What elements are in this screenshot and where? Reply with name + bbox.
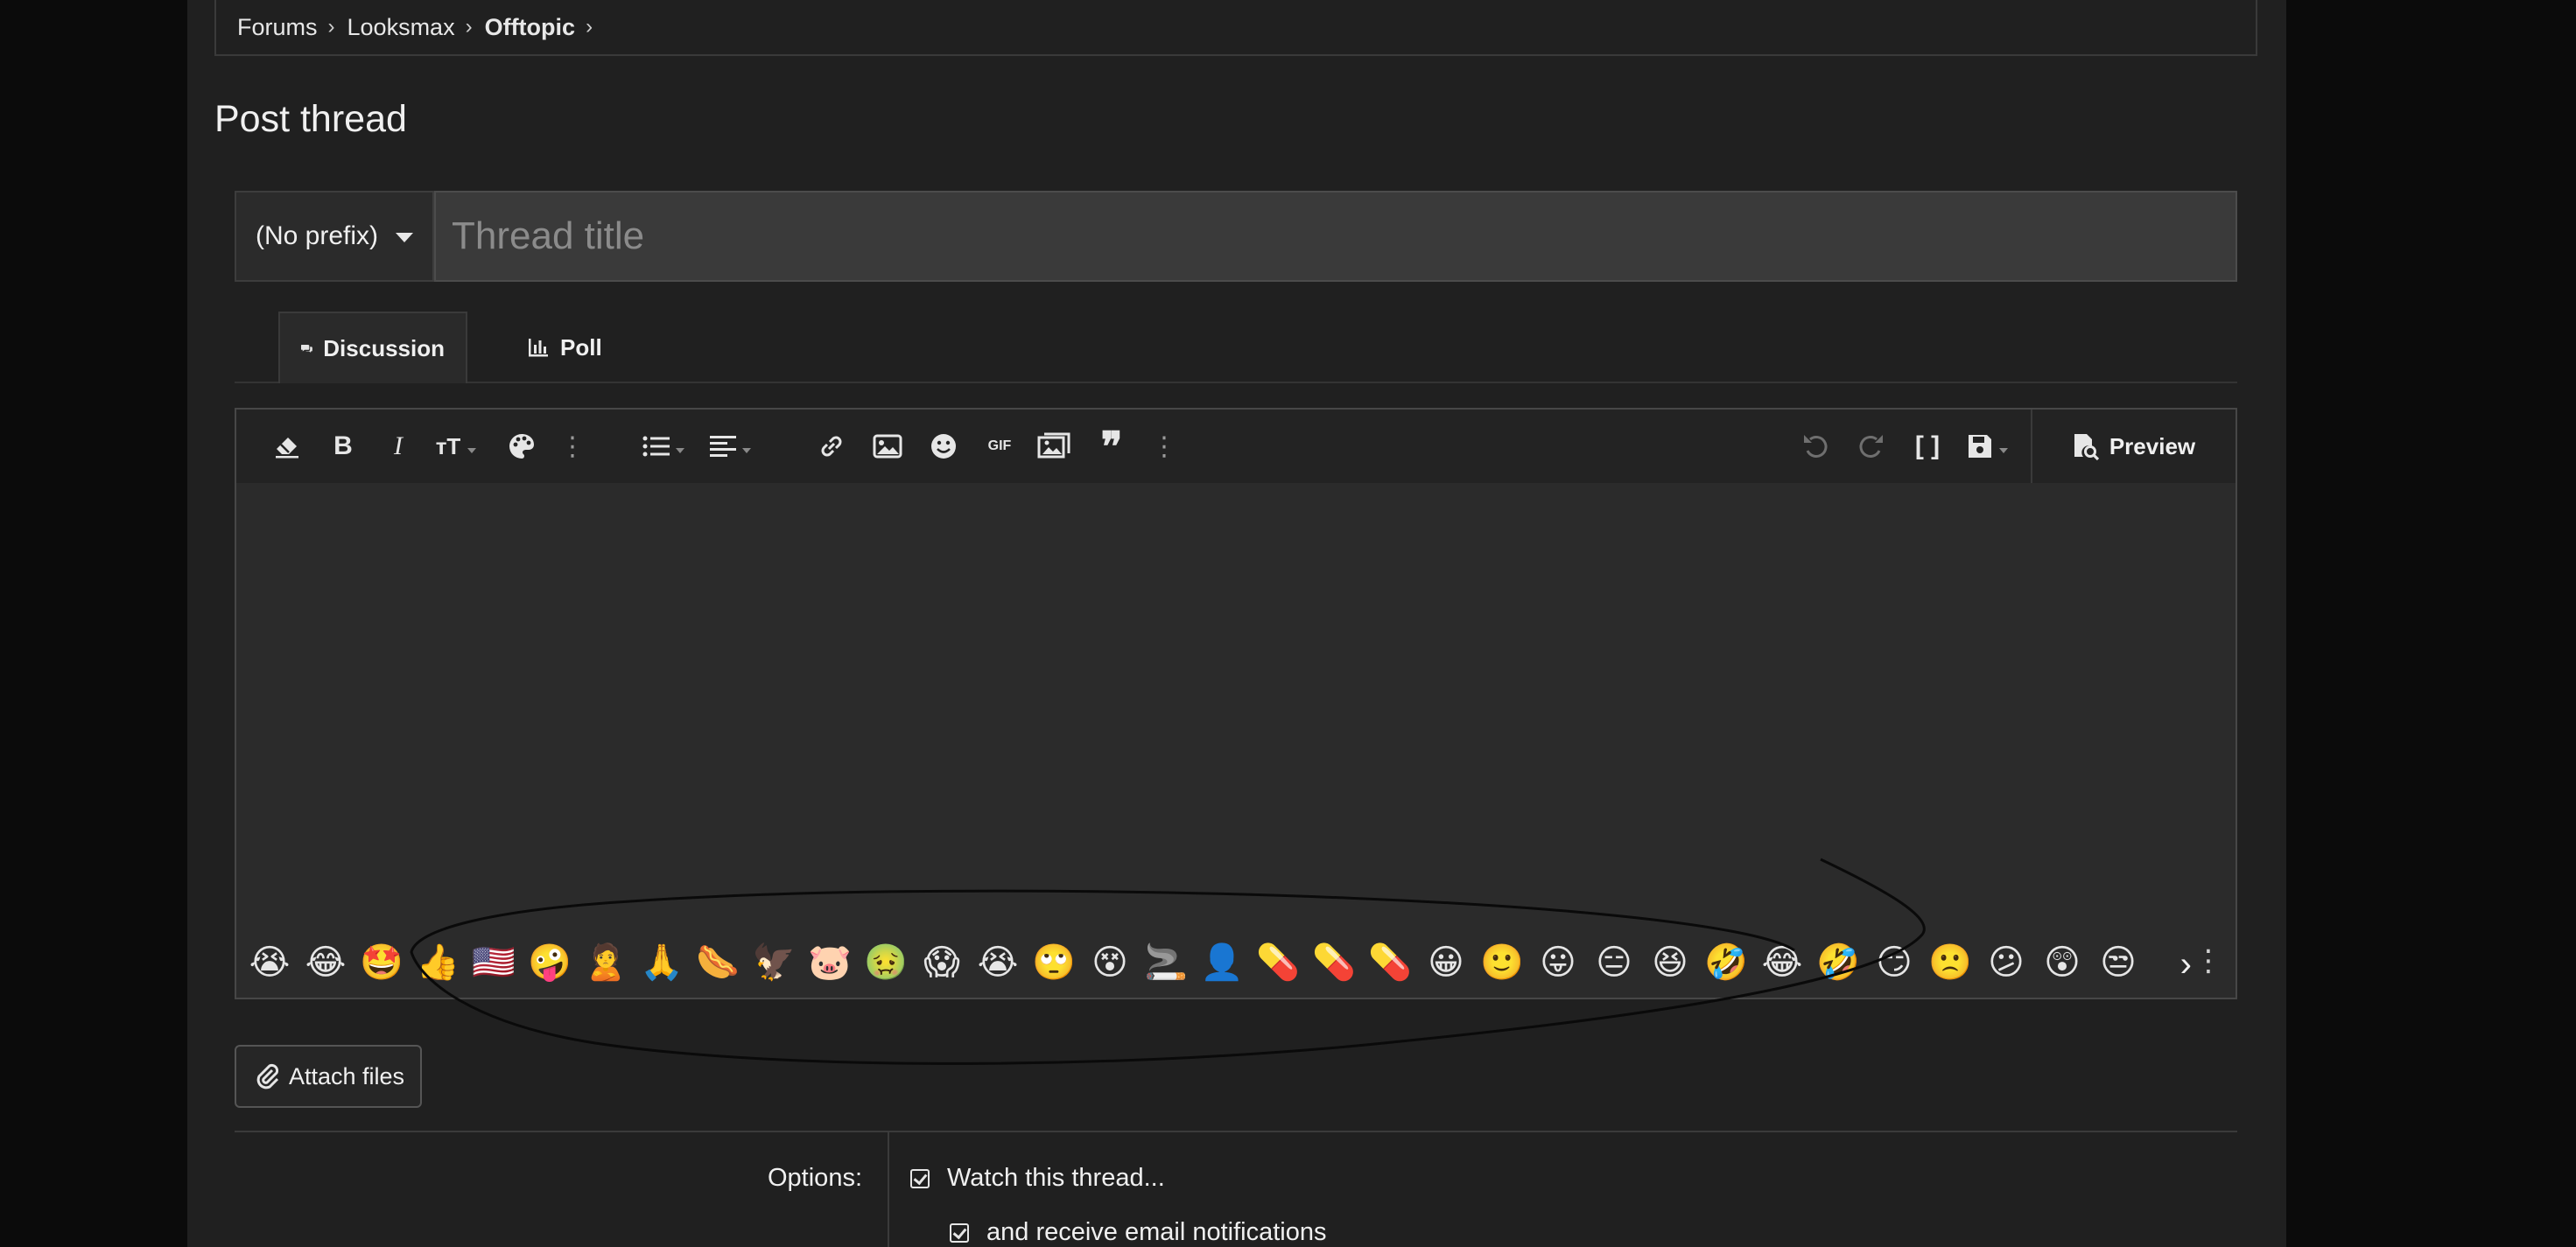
- email-notifications-checkbox[interactable]: [950, 1222, 969, 1243]
- smilie-item[interactable]: 🤣: [1814, 938, 1863, 987]
- more-vertical-icon[interactable]: ⋮: [1147, 429, 1182, 464]
- prefix-select[interactable]: (No prefix): [235, 191, 434, 282]
- smilie-item[interactable]: 😑: [1590, 938, 1639, 987]
- media-icon[interactable]: [1036, 429, 1071, 464]
- tab-discussion[interactable]: Discussion: [278, 312, 467, 383]
- smilie-item[interactable]: 🙎: [581, 938, 630, 987]
- smilie-item[interactable]: 🐷: [805, 938, 854, 987]
- palette-icon[interactable]: [504, 429, 539, 464]
- watch-thread-checkbox[interactable]: [910, 1168, 930, 1188]
- smilie-item[interactable]: 🙄: [1029, 938, 1078, 987]
- attach-files-label: Attach files: [289, 1062, 405, 1089]
- editor-content-area[interactable]: [236, 483, 2236, 929]
- list-icon[interactable]: [639, 429, 684, 464]
- smilie-icon[interactable]: [926, 429, 961, 464]
- smilie-item[interactable]: 🙏: [637, 938, 686, 987]
- chevron-right-icon: ›: [586, 15, 593, 39]
- smilie-item[interactable]: 🙁: [1926, 938, 1975, 987]
- options-label: Options:: [768, 1164, 862, 1192]
- attach-files-button[interactable]: Attach files: [235, 1045, 422, 1108]
- breadcrumb-item-forums[interactable]: Forums ›: [237, 14, 347, 41]
- smilie-item[interactable]: 😭: [245, 938, 294, 987]
- smilie-item[interactable]: 😂: [1758, 938, 1807, 987]
- link-icon[interactable]: [814, 429, 849, 464]
- breadcrumb-item-looksmax[interactable]: Looksmax ›: [347, 14, 485, 41]
- save-draft-icon[interactable]: [1962, 429, 2008, 464]
- comments-icon: [301, 345, 312, 353]
- breadcrumb-item-offtopic[interactable]: Offtopic ›: [485, 14, 605, 41]
- tab-discussion-label: Discussion: [323, 334, 445, 361]
- smilie-item[interactable]: 😱: [917, 938, 966, 987]
- more-vertical-icon[interactable]: ⋮: [2193, 943, 2223, 978]
- smilie-item[interactable]: 🇺🇸: [469, 938, 518, 987]
- preview-button[interactable]: Preview: [2031, 410, 2236, 483]
- page-title: Post thread: [214, 98, 407, 140]
- smilie-item[interactable]: 🤩: [357, 938, 406, 987]
- eraser-icon[interactable]: [270, 429, 305, 464]
- smilie-item[interactable]: 🤢: [861, 938, 910, 987]
- undo-icon[interactable]: [1798, 429, 1833, 464]
- thread-type-tabs: Discussion Poll: [235, 310, 2237, 383]
- watch-thread-option[interactable]: Watch this thread...: [910, 1164, 1165, 1193]
- italic-icon[interactable]: I: [381, 429, 416, 464]
- smilie-item[interactable]: 😏: [1870, 938, 1919, 987]
- bbcode-toggle-icon[interactable]: [ ]: [1910, 429, 1945, 464]
- image-icon[interactable]: [870, 429, 905, 464]
- divider: [235, 1131, 2237, 1132]
- smilie-item[interactable]: 😛: [1534, 938, 1583, 987]
- bold-icon[interactable]: B: [326, 429, 361, 464]
- tab-poll[interactable]: Poll: [506, 312, 623, 383]
- smilie-item[interactable]: 🦅: [749, 938, 798, 987]
- smilie-item[interactable]: 😲: [2038, 938, 2087, 987]
- preview-button-label: Preview: [2109, 432, 2196, 459]
- more-vertical-icon[interactable]: ⋮: [555, 429, 590, 464]
- quote-icon[interactable]: ❞: [1094, 424, 1129, 469]
- editor-toolbar: B I тT ⋮ GIF ❞ ⋮ [] Preview: [236, 410, 2236, 483]
- smilie-item[interactable]: 💊: [1365, 938, 1414, 987]
- tab-poll-label: Poll: [560, 333, 602, 361]
- thread-title-input[interactable]: [434, 191, 2237, 282]
- smilie-item[interactable]: 🤪: [525, 938, 574, 987]
- smilie-item[interactable]: 🚬: [1141, 938, 1190, 987]
- smilie-item[interactable]: 😀: [1421, 938, 1470, 987]
- smilie-item[interactable]: 👤: [1197, 938, 1246, 987]
- smilie-item[interactable]: 😭: [973, 938, 1022, 987]
- paperclip-icon: [256, 1063, 278, 1089]
- text-size-icon[interactable]: тT: [431, 429, 476, 464]
- gif-icon[interactable]: GIF: [982, 429, 1017, 464]
- smilie-item[interactable]: 💊: [1309, 938, 1358, 987]
- smilie-item[interactable]: 👍: [413, 938, 462, 987]
- prefix-selected-label: (No prefix): [256, 221, 379, 250]
- chevron-right-icon: ›: [327, 15, 335, 39]
- smilie-item[interactable]: 😕: [1982, 938, 2031, 987]
- smilie-bar: 😭 😂 🤩 👍 🇺🇸 🤪 🙎 🙏 🌭 🦅 🐷 🤢 😱 😭 🙄 😵 🚬 👤 💊 💊 💊 😀 🙂 😛 😑 😆 🤣 😂 🤣 😏 🙁 😕 😲 😒: [245, 936, 2229, 989]
- smilie-item[interactable]: 😆: [1646, 938, 1695, 987]
- preview-icon: [2074, 434, 2099, 460]
- watch-thread-label: Watch this thread...: [947, 1164, 1165, 1192]
- smilie-item[interactable]: 😵: [1085, 938, 1134, 987]
- email-notifications-option[interactable]: and receive email notifications: [950, 1218, 1326, 1247]
- align-icon[interactable]: [705, 429, 751, 464]
- chevron-right-icon[interactable]: ›: [2180, 945, 2192, 984]
- smilie-item[interactable]: 😂: [301, 938, 350, 987]
- chevron-right-icon: ›: [465, 15, 473, 39]
- smilie-item[interactable]: 🙂: [1478, 938, 1527, 987]
- rich-text-editor: B I тT ⋮ GIF ❞ ⋮ [] Preview 😭 😂 🤩 👍 🇺🇸 …: [235, 408, 2237, 999]
- poll-icon: [529, 339, 548, 357]
- caret-down-icon: [396, 233, 414, 242]
- redo-icon[interactable]: [1854, 429, 1889, 464]
- gif-icon-label: GIF: [987, 438, 1012, 453]
- smilie-item[interactable]: 🌭: [693, 938, 742, 987]
- smilie-item[interactable]: 😒: [2094, 938, 2143, 987]
- smilie-item[interactable]: 💊: [1253, 938, 1302, 987]
- email-notifications-label: and receive email notifications: [986, 1218, 1327, 1246]
- divider: [888, 1132, 889, 1247]
- smilie-item[interactable]: 🤣: [1702, 938, 1751, 987]
- breadcrumb: Forums › Looksmax › Offtopic ›: [214, 0, 2257, 56]
